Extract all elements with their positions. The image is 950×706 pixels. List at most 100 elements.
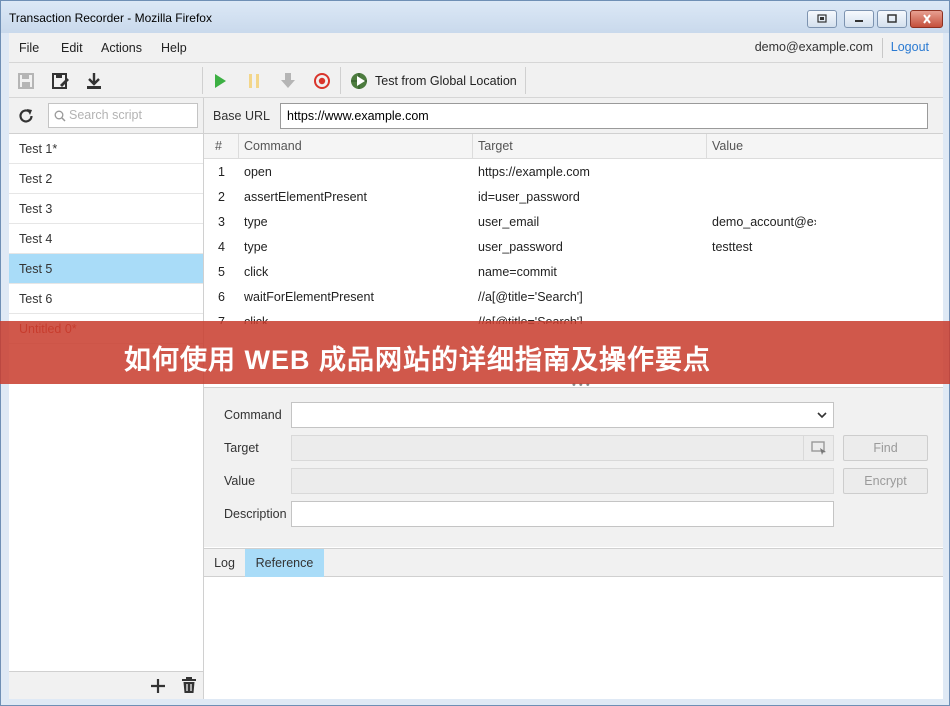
command-label: Command — [224, 408, 282, 422]
command-row[interactable]: 3 type user_email demo_account@e› — [204, 209, 943, 234]
logout-link[interactable]: Logout — [891, 40, 929, 54]
base-url-input[interactable]: https://www.example.com — [280, 103, 928, 129]
minimize-icon — [855, 20, 863, 22]
row-target: user_email — [478, 215, 540, 229]
column-divider — [472, 134, 473, 159]
description-field[interactable] — [291, 501, 834, 527]
row-command: click — [244, 265, 269, 279]
command-editor: Command Target Find Value Encrypt Descri… — [204, 387, 943, 547]
user-email: demo@example.com — [754, 40, 873, 54]
save-as-button[interactable] — [49, 70, 71, 92]
maximize-icon — [887, 14, 897, 23]
row-number: 4 — [218, 240, 225, 254]
column-header-target[interactable]: Target — [478, 139, 513, 153]
command-row[interactable]: 5 click name=commit — [204, 259, 943, 284]
add-test-icon[interactable] — [150, 678, 166, 694]
test-item[interactable]: Test 4 — [9, 224, 203, 254]
command-row[interactable]: 2 assertElementPresent id=user_password — [204, 184, 943, 209]
search-box[interactable] — [48, 103, 198, 128]
test-item[interactable]: Test 6 — [9, 284, 203, 314]
row-command: open — [244, 165, 272, 179]
menu-edit[interactable]: Edit — [61, 41, 83, 55]
delete-test-icon[interactable] — [181, 677, 197, 694]
restore-window-button[interactable] — [807, 10, 837, 28]
search-icon — [54, 110, 66, 122]
column-header-command[interactable]: Command — [244, 139, 302, 153]
menu-separator — [882, 38, 883, 58]
maximize-button[interactable] — [877, 10, 907, 28]
banner-text: 如何使用 WEB 成品网站的详细指南及操作要点 — [124, 345, 711, 375]
value-field[interactable] — [291, 468, 834, 494]
bottom-tabs: Log Reference — [204, 548, 943, 577]
step-icon — [281, 73, 295, 88]
command-row[interactable]: 1 open https://example.com — [204, 159, 943, 184]
row-target: //a[@title='Search'] — [478, 290, 583, 304]
target-field[interactable] — [291, 435, 834, 461]
row-command: waitForElementPresent — [244, 290, 374, 304]
chevron-down-icon — [817, 412, 827, 419]
select-target-button[interactable] — [803, 436, 833, 460]
sidebar-header — [9, 98, 203, 134]
window-title: Transaction Recorder - Mozilla Firefox — [9, 11, 212, 25]
row-target: user_password — [478, 240, 563, 254]
refresh-icon[interactable] — [17, 107, 35, 125]
command-rows: 1 open https://example.com 2 assertEleme… — [204, 159, 943, 324]
menu-actions[interactable]: Actions — [101, 41, 142, 55]
play-global-button[interactable] — [348, 70, 370, 92]
base-url-bar: Base URL https://www.example.com — [204, 98, 943, 134]
column-header-value[interactable]: Value — [712, 139, 743, 153]
minimize-button[interactable] — [844, 10, 874, 28]
row-target: https://example.com — [478, 165, 590, 179]
close-window-button[interactable] — [910, 10, 943, 28]
command-row[interactable]: 6 waitForElementPresent //a[@title='Sear… — [204, 284, 943, 309]
test-item[interactable]: Test 3 — [9, 194, 203, 224]
menu-bar: File Edit Actions Help demo@example.com … — [9, 33, 943, 63]
menu-file[interactable]: File — [19, 41, 39, 55]
save-as-icon — [52, 73, 69, 89]
row-number: 1 — [218, 165, 225, 179]
tab-log[interactable]: Log — [204, 549, 245, 577]
pause-button[interactable] — [243, 70, 265, 92]
value-label: Value — [224, 474, 256, 488]
row-number: 5 — [218, 265, 225, 279]
test-item-selected[interactable]: Test 5 — [9, 254, 203, 284]
title-bar: Transaction Recorder - Mozilla Firefox — [1, 1, 949, 33]
toolbar-separator — [525, 67, 526, 94]
test-item[interactable]: Test 2 — [9, 164, 203, 194]
search-input[interactable] — [69, 108, 194, 122]
command-select[interactable] — [291, 402, 834, 428]
column-header-num: # — [215, 139, 222, 153]
overlay-banner: 如何使用 WEB 成品网站的详细指南及操作要点 — [0, 321, 950, 384]
row-target: name=commit — [478, 265, 557, 279]
download-button[interactable] — [83, 70, 105, 92]
toolbar-separator — [340, 67, 341, 94]
main-panel: Base URL https://www.example.com # Comma… — [204, 98, 943, 699]
row-command: type — [244, 215, 268, 229]
column-divider — [238, 134, 239, 159]
test-global-label[interactable]: Test from Global Location — [375, 74, 517, 88]
tab-reference[interactable]: Reference — [245, 549, 324, 577]
save-button[interactable] — [15, 70, 37, 92]
base-url-label: Base URL — [213, 109, 270, 123]
pause-icon — [249, 74, 259, 88]
encrypt-button[interactable]: Encrypt — [843, 468, 928, 494]
row-number: 2 — [218, 190, 225, 204]
select-element-icon — [811, 441, 826, 455]
description-label: Description — [224, 507, 287, 521]
find-button[interactable]: Find — [843, 435, 928, 461]
download-icon — [87, 73, 101, 89]
test-sidebar: Test 1* Test 2 Test 3 Test 4 Test 5 Test… — [9, 98, 204, 699]
row-number: 6 — [218, 290, 225, 304]
play-button[interactable] — [209, 70, 231, 92]
play-icon — [215, 74, 226, 88]
row-target: id=user_password — [478, 190, 580, 204]
menu-help[interactable]: Help — [161, 41, 187, 55]
step-button[interactable] — [277, 70, 299, 92]
record-button[interactable] — [311, 70, 333, 92]
row-command: assertElementPresent — [244, 190, 367, 204]
row-value: demo_account@e› — [712, 215, 816, 229]
command-grid-header: # Command Target Value — [204, 134, 943, 159]
test-item[interactable]: Test 1* — [9, 134, 203, 164]
command-row[interactable]: 4 type user_password testtest — [204, 234, 943, 259]
record-icon — [314, 73, 330, 89]
